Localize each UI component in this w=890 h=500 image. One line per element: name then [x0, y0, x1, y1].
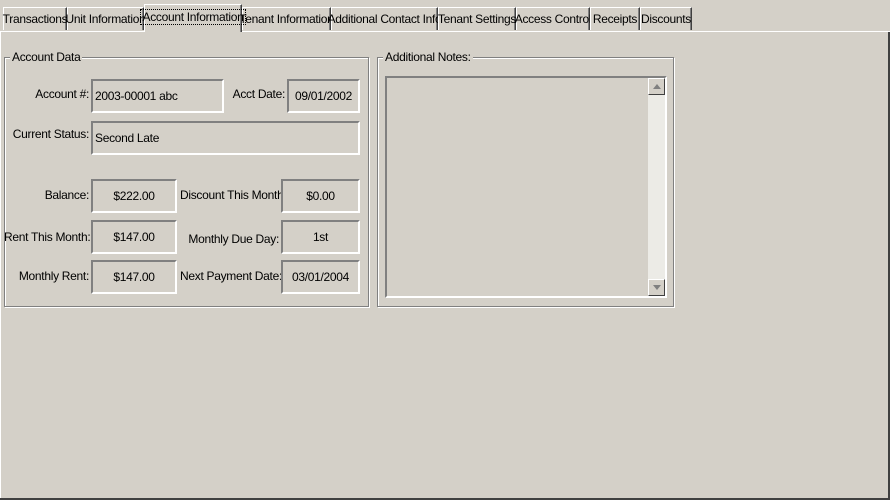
balance-label: Balance:	[44, 188, 90, 202]
tab-unit-information[interactable]: Unit Information	[65, 7, 146, 30]
tab-label: Tenant Settings	[437, 12, 517, 26]
discount-this-month-field[interactable]: $0.00	[281, 179, 360, 213]
acct-date-label: Acct Date:	[232, 87, 286, 101]
rent-this-month-label: Rent This Month:	[4, 230, 91, 244]
discount-this-month-label: Discount This Month:	[180, 188, 287, 202]
tab-label: Unit Information	[65, 12, 146, 26]
tab-access-control[interactable]: Access Control	[514, 7, 592, 30]
additional-notes-textarea[interactable]	[385, 76, 667, 298]
tab-label: Discounts	[641, 12, 691, 26]
tab-strip: Transactions Unit Information Account In…	[0, 0, 890, 32]
monthly-due-day-label: Monthly Due Day:	[188, 232, 279, 246]
current-status-label: Current Status:	[12, 127, 90, 141]
notes-scrollbar[interactable]	[648, 78, 665, 296]
account-data-title: Account Data	[10, 50, 83, 64]
balance-field[interactable]: $222.00	[91, 179, 177, 213]
tab-label: Tenant Information	[239, 12, 334, 26]
tab-discounts[interactable]: Discounts	[640, 7, 692, 30]
scroll-up-button[interactable]	[648, 78, 665, 95]
next-payment-date-field[interactable]: 03/01/2004	[281, 260, 360, 294]
tab-tenant-settings[interactable]: Tenant Settings	[438, 7, 516, 30]
arrow-down-icon	[652, 285, 661, 290]
next-payment-date-label: Next Payment Date:	[180, 269, 282, 283]
tab-label: Account Information	[140, 8, 246, 25]
tab-tenant-information[interactable]: Tenant Information	[239, 7, 334, 30]
tab-receipts[interactable]: Receipts	[590, 7, 640, 30]
account-number-label: Account #:	[35, 87, 89, 101]
rent-this-month-field[interactable]: $147.00	[91, 220, 177, 254]
additional-notes-title: Additional Notes:	[383, 50, 473, 64]
monthly-due-day-field[interactable]: 1st	[281, 220, 360, 254]
tab-account-information[interactable]: Account Information	[140, 4, 246, 32]
tab-label: Access Control	[514, 12, 592, 26]
current-status-field[interactable]: Second Late	[91, 121, 360, 155]
tab-additional-contact-info[interactable]: Additional Contact Info	[328, 7, 442, 30]
tab-panel-left-edge	[0, 31, 1, 500]
tab-panel-top-edge	[0, 31, 890, 32]
monthly-rent-field[interactable]: $147.00	[91, 260, 177, 294]
scroll-down-button[interactable]	[648, 279, 665, 296]
tab-transactions[interactable]: Transactions	[2, 7, 68, 30]
tab-label: Receipts	[592, 12, 638, 26]
account-number-field[interactable]: 2003-00001 abc	[91, 79, 224, 113]
tab-label: Additional Contact Info	[327, 12, 442, 26]
tab-label: Transactions	[2, 12, 68, 26]
arrow-up-icon	[652, 84, 661, 89]
monthly-rent-label: Monthly Rent:	[18, 269, 89, 283]
acct-date-field[interactable]: 09/01/2002	[287, 79, 360, 113]
